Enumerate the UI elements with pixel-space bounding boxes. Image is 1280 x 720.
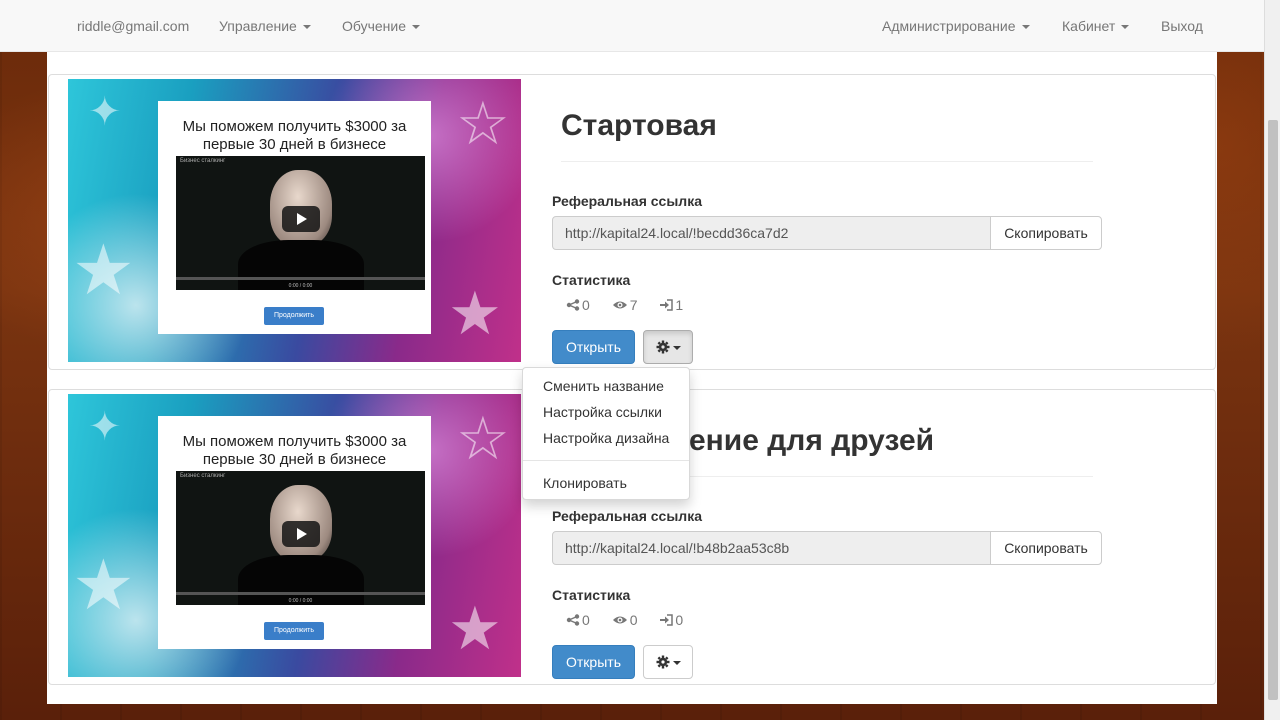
landing-continue-button: Продолжить	[264, 622, 324, 640]
chevron-down-icon	[672, 346, 681, 351]
chevron-down-icon	[412, 25, 421, 30]
sign-in-icon	[660, 299, 674, 311]
menu-management[interactable]: Управление	[219, 0, 311, 52]
video-player: Бизнес сталкинг 0:00 / 0:00	[176, 156, 425, 290]
menu-cabinet-label: Кабинет	[1062, 18, 1116, 34]
video-progress-bar	[176, 277, 425, 280]
gear-icon	[656, 655, 669, 669]
video-time: 0:00 / 0:00	[288, 283, 313, 289]
copy-button[interactable]: Скопировать	[990, 531, 1102, 565]
referral-link-label: Реферальная ссылка	[552, 508, 702, 524]
eye-icon	[612, 301, 627, 309]
stat-shares: 0	[566, 297, 590, 313]
gear-icon	[656, 340, 669, 354]
copy-button[interactable]: Скопировать	[990, 216, 1102, 250]
eye-icon	[612, 616, 627, 624]
stat-logins: 0	[659, 612, 683, 628]
star-decoration-icon: ★	[72, 546, 135, 624]
star-decoration-icon: ★	[448, 595, 502, 662]
video-caption: Бизнес сталкинг	[180, 158, 226, 164]
landing-headline: Мы поможем получить $3000 за первые 30 д…	[182, 433, 407, 468]
logins-count: 0	[675, 612, 684, 628]
chevron-down-icon	[1021, 25, 1030, 30]
menu-cabinet[interactable]: Кабинет	[1062, 0, 1130, 52]
landing-card: ✦ ★ ☆ ★ Мы поможем получить $3000 за пер…	[48, 74, 1216, 370]
statistics-label: Статистика	[552, 272, 631, 288]
title-divider	[561, 161, 1093, 162]
stat-logins: 1	[659, 297, 683, 313]
menu-item-link-settings[interactable]: Настройка ссылки	[523, 399, 689, 425]
statistics-row: 0 0 0	[566, 612, 701, 628]
video-player: Бизнес сталкинг 0:00 / 0:00	[176, 471, 425, 605]
shares-count: 0	[582, 612, 590, 628]
menu-divider	[523, 460, 689, 461]
scrollbar-thumb[interactable]	[1268, 120, 1278, 700]
statistics-label: Статистика	[552, 587, 631, 603]
logout-link[interactable]: Выход	[1161, 0, 1203, 52]
stat-views: 7	[612, 297, 638, 313]
open-button[interactable]: Открыть	[552, 330, 635, 364]
page-title: Стартовая	[561, 109, 717, 142]
star-decoration-icon: ★	[448, 280, 502, 347]
play-icon	[282, 521, 320, 547]
video-progress-bar	[176, 592, 425, 595]
landing-preview-image[interactable]: ✦ ★ ☆ ★ Мы поможем получить $3000 за пер…	[68, 394, 521, 677]
landing-preview-card: Мы поможем получить $3000 за первые 30 д…	[158, 416, 431, 649]
chevron-down-icon	[1121, 25, 1130, 30]
settings-dropdown-menu: Сменить название Настройка ссылки Настро…	[522, 367, 690, 500]
landing-headline: Мы поможем получить $3000 за первые 30 д…	[182, 118, 407, 153]
vertical-scrollbar[interactable]	[1264, 0, 1280, 720]
star-decoration-icon: ✦	[88, 90, 122, 134]
landing-preview-image[interactable]: ✦ ★ ☆ ★ Мы поможем получить $3000 за пер…	[68, 79, 521, 362]
referral-link-field[interactable]: http://kapital24.local/!b48b2aa53c8b	[552, 531, 991, 565]
statistics-row: 0 7 1	[566, 297, 701, 313]
share-icon	[566, 299, 580, 311]
referral-link-field[interactable]: http://kapital24.local/!becdd36ca7d2	[552, 216, 991, 250]
page-title: ение для друзей	[689, 424, 935, 457]
landing-preview-card: Мы поможем получить $3000 за первые 30 д…	[158, 101, 431, 334]
menu-item-design-settings[interactable]: Настройка дизайна	[523, 425, 689, 451]
star-decoration-icon: ★	[72, 231, 135, 309]
star-decoration-icon: ☆	[456, 90, 510, 157]
star-decoration-icon: ☆	[456, 405, 510, 472]
chevron-down-icon	[302, 25, 311, 30]
landing-continue-button: Продолжить	[264, 307, 324, 325]
menu-management-label: Управление	[219, 18, 297, 34]
views-count: 0	[629, 612, 638, 628]
logins-count: 1	[675, 297, 684, 313]
open-button[interactable]: Открыть	[552, 645, 635, 679]
sign-in-icon	[660, 614, 674, 626]
menu-administration[interactable]: Администрирование	[882, 0, 1030, 52]
stat-shares: 0	[566, 612, 590, 628]
shares-count: 0	[582, 297, 590, 313]
video-time: 0:00 / 0:00	[288, 598, 313, 604]
menu-item-rename[interactable]: Сменить название	[523, 373, 689, 399]
top-navbar: riddle@gmail.com Управление Обучение Адм…	[0, 0, 1264, 52]
menu-learning[interactable]: Обучение	[342, 0, 421, 52]
settings-dropdown-button[interactable]	[643, 645, 693, 679]
star-decoration-icon: ✦	[88, 405, 122, 449]
play-icon	[282, 206, 320, 232]
chevron-down-icon	[672, 661, 681, 666]
menu-administration-label: Администрирование	[882, 18, 1016, 34]
referral-link-label: Реферальная ссылка	[552, 193, 702, 209]
views-count: 7	[629, 297, 638, 313]
menu-learning-label: Обучение	[342, 18, 407, 34]
share-icon	[566, 614, 580, 626]
stat-views: 0	[612, 612, 638, 628]
settings-dropdown-button[interactable]	[643, 330, 693, 364]
menu-item-clone[interactable]: Клонировать	[523, 470, 689, 496]
user-email-link[interactable]: riddle@gmail.com	[77, 0, 189, 52]
video-caption: Бизнес сталкинг	[180, 473, 226, 479]
